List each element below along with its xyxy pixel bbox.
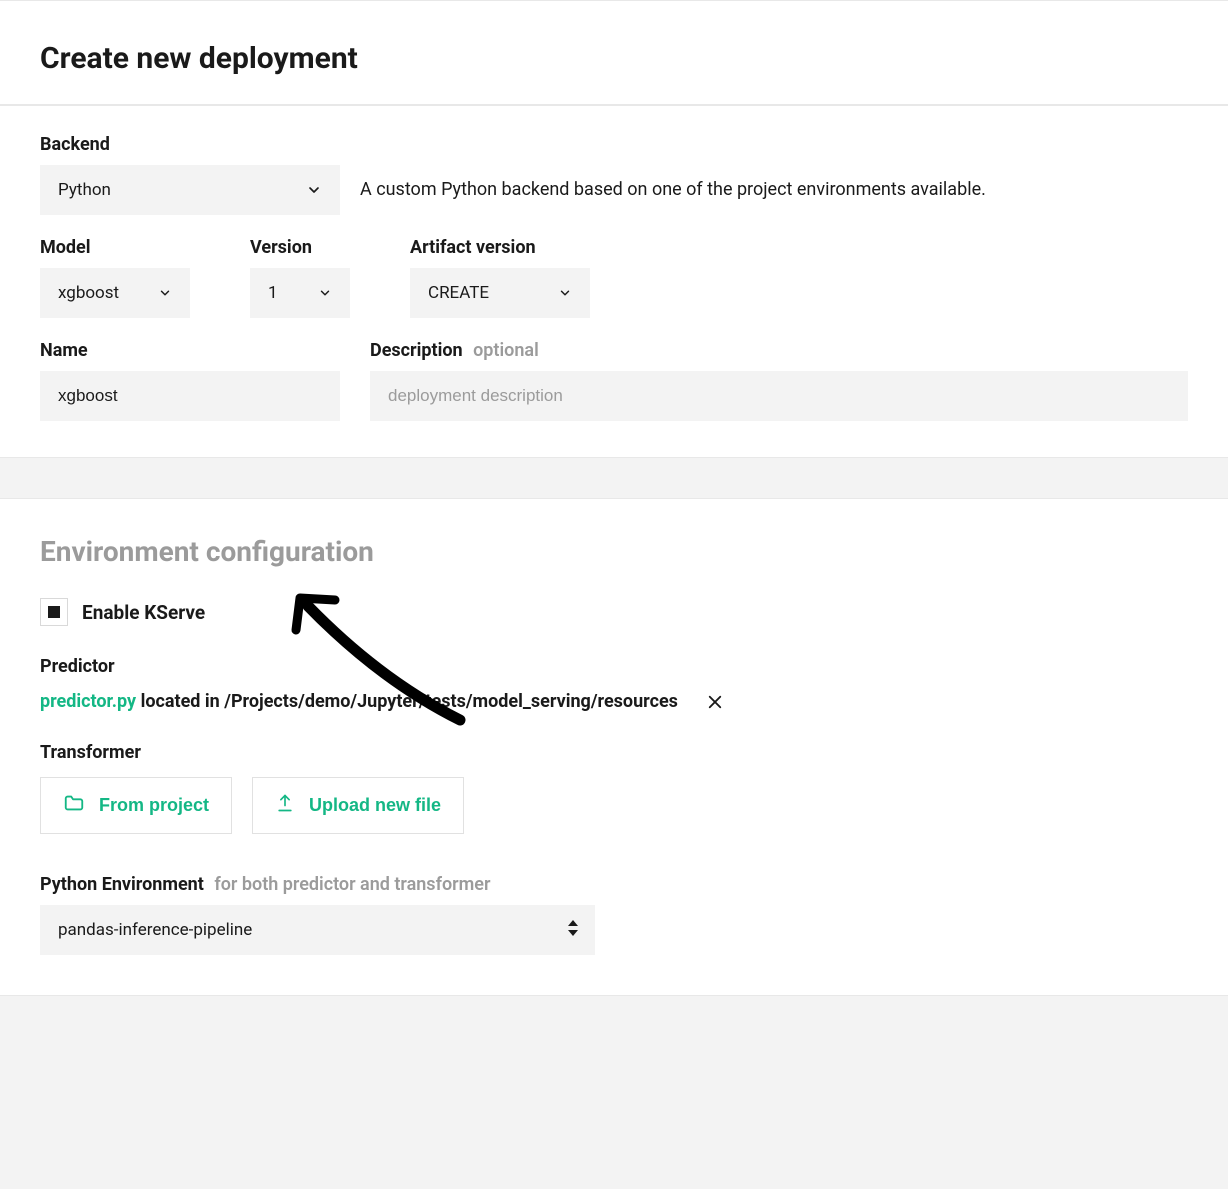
model-select[interactable]: xgboost [40, 268, 190, 318]
python-env-value: pandas-inference-pipeline [58, 920, 252, 940]
version-select[interactable]: 1 [250, 268, 350, 318]
artifact-version-select[interactable]: CREATE [410, 268, 590, 318]
deployment-form-panel: Backend Python A custom Python backend b… [0, 105, 1228, 458]
page-title: Create new deployment [40, 41, 1188, 76]
predictor-located-text: located in [141, 691, 220, 712]
chevron-down-icon [158, 286, 172, 300]
backend-helper-text: A custom Python backend based on one of … [360, 178, 986, 202]
environment-config-title: Environment configuration [40, 535, 1188, 568]
python-env-label-text: Python Environment [40, 874, 204, 895]
remove-predictor-button[interactable] [706, 693, 724, 711]
artifact-version-label: Artifact version [410, 237, 590, 258]
description-label: Description optional [370, 340, 1188, 361]
python-env-helper-text: for both predictor and transformer [214, 874, 490, 895]
predictor-label: Predictor [40, 656, 1188, 677]
predictor-file-link[interactable]: predictor.py [40, 691, 136, 712]
from-project-label: From project [99, 795, 209, 816]
description-label-text: Description [370, 340, 463, 361]
python-env-label: Python Environment for both predictor an… [40, 874, 1188, 895]
from-project-button[interactable]: From project [40, 777, 232, 834]
transformer-label: Transformer [40, 742, 1188, 763]
header-panel: Create new deployment [0, 0, 1228, 105]
description-optional-text: optional [473, 340, 539, 361]
version-label: Version [250, 237, 350, 258]
name-label: Name [40, 340, 340, 361]
enable-kserve-checkbox[interactable] [40, 598, 68, 626]
folder-icon [63, 792, 85, 819]
model-label: Model [40, 237, 190, 258]
upload-new-file-button[interactable]: Upload new file [252, 777, 464, 834]
chevron-down-icon [306, 182, 322, 198]
upload-new-file-label: Upload new file [309, 795, 441, 816]
version-value: 1 [268, 283, 302, 303]
backend-select[interactable]: Python [40, 165, 340, 215]
artifact-version-value: CREATE [428, 283, 542, 303]
backend-label: Backend [40, 134, 1188, 155]
backend-value: Python [58, 180, 290, 200]
description-input[interactable] [370, 371, 1188, 421]
model-value: xgboost [58, 283, 142, 303]
predictor-path-text: /Projects/demo/Jupyter/tests/model_servi… [224, 691, 678, 712]
environment-config-panel: Environment configuration Enable KServe … [0, 498, 1228, 996]
name-input[interactable] [40, 371, 340, 421]
chevron-down-icon [558, 286, 572, 300]
chevron-down-icon [318, 286, 332, 300]
predictor-file-line: predictor.py located in /Projects/demo/J… [40, 691, 1188, 712]
python-env-select[interactable]: pandas-inference-pipeline [40, 905, 595, 955]
upload-icon [275, 793, 295, 818]
checkbox-mark-icon [48, 606, 60, 618]
enable-kserve-label: Enable KServe [82, 601, 205, 624]
